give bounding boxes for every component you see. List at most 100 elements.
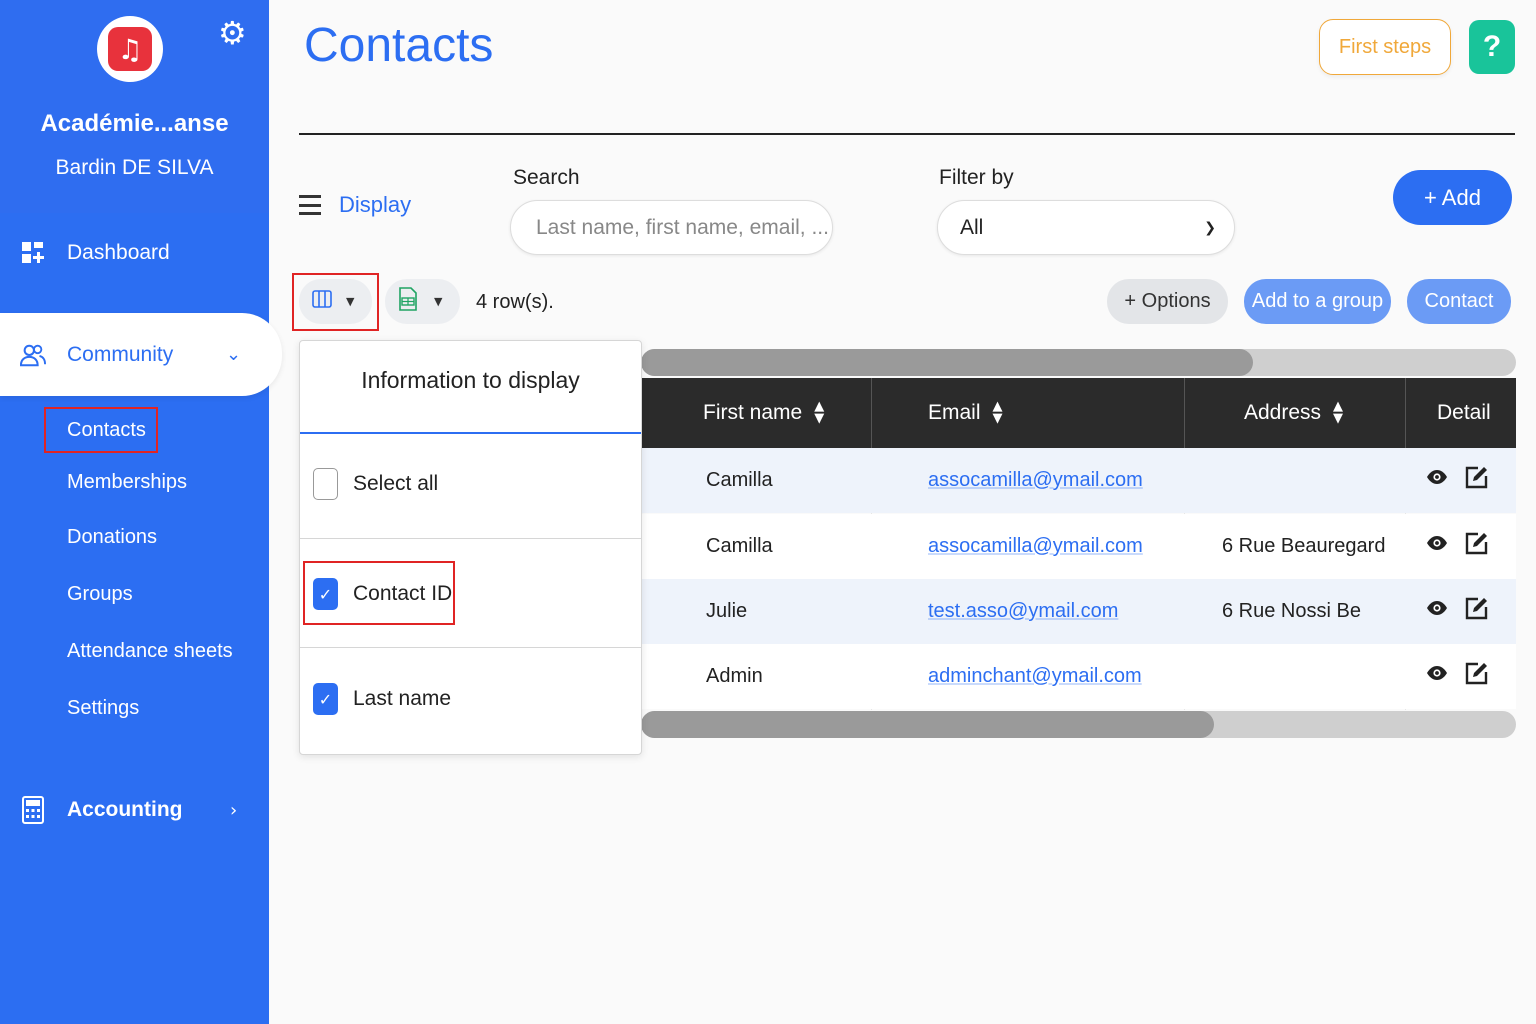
sub-memberships[interactable]: Memberships — [67, 471, 187, 494]
community-icon — [20, 342, 46, 368]
search-input[interactable] — [510, 200, 833, 255]
table-scrollbar-top[interactable] — [641, 349, 1516, 376]
column-header-first-name[interactable]: First name ▲ ▼ — [703, 378, 824, 448]
filter-label: Filter by — [939, 166, 1014, 189]
sub-contacts[interactable]: Contacts — [67, 419, 146, 442]
option-contact-id-label: Contact ID — [353, 582, 453, 605]
column-header-email[interactable]: Email ▲ ▼ — [928, 378, 1003, 448]
panel-separator — [300, 538, 641, 539]
columns-dropdown-panel: Information to display Select all ✓ Cont… — [299, 340, 642, 755]
eye-icon[interactable] — [1426, 466, 1448, 491]
header-divider — [299, 133, 1515, 135]
option-select-all[interactable]: Select all — [313, 468, 438, 500]
table-row: Admin adminchant@ymail.com — [641, 644, 1516, 709]
email-link[interactable]: adminchant@ymail.com — [928, 665, 1142, 688]
first-steps-button[interactable]: First steps — [1319, 19, 1451, 75]
cell-first-name: Admin — [706, 665, 763, 687]
table-scrollbar-bottom[interactable] — [641, 711, 1516, 738]
add-button[interactable]: + Add — [1393, 170, 1512, 225]
option-last-name[interactable]: ✓ Last name — [313, 683, 451, 715]
add-to-group-button[interactable]: Add to a group — [1244, 279, 1391, 324]
eye-icon[interactable] — [1426, 532, 1448, 557]
nav-accounting-label: Accounting — [67, 798, 183, 821]
gear-icon[interactable]: ⚙ — [218, 14, 247, 52]
nav-accounting[interactable]: Accounting › — [0, 770, 269, 850]
edit-icon[interactable] — [1465, 597, 1488, 626]
nav-dashboard[interactable]: Dashboard — [0, 213, 269, 293]
filter-value: All — [960, 215, 984, 239]
caret-down-icon: ▼ — [434, 295, 443, 308]
table-row: Camilla assocamilla@ymail.com — [641, 448, 1516, 513]
sort-icon: ▲ ▼ — [814, 399, 825, 426]
email-link[interactable]: test.asso@ymail.com — [928, 600, 1118, 623]
column-address-label: Address — [1244, 401, 1322, 424]
cell-address: 6 Rue Beauregard — [1222, 535, 1386, 557]
sub-groups[interactable]: Groups — [67, 583, 133, 606]
export-button[interactable]: ▼ — [385, 279, 460, 324]
org-logo[interactable]: ♫ — [97, 16, 163, 82]
menu-icon — [299, 195, 321, 215]
scrollbar-thumb[interactable] — [641, 349, 1253, 376]
options-button[interactable]: + Options — [1107, 279, 1228, 324]
filter-select[interactable]: All ❯ — [937, 200, 1235, 255]
column-first-name-label: First name — [703, 401, 803, 424]
cell-address: 6 Rue Nossi Be — [1222, 600, 1361, 622]
eye-icon[interactable] — [1426, 662, 1448, 687]
panel-title-underline — [300, 432, 641, 434]
display-label: Display — [339, 192, 412, 217]
spreadsheet-icon — [399, 287, 417, 316]
email-link[interactable]: assocamilla@ymail.com — [928, 469, 1143, 492]
nav-dashboard-label: Dashboard — [67, 241, 170, 264]
sub-settings[interactable]: Settings — [67, 697, 139, 720]
sort-icon: ▲ ▼ — [1333, 399, 1344, 426]
music-note-icon: ♫ — [108, 27, 152, 71]
sub-donations[interactable]: Donations — [67, 526, 157, 549]
page-title: Contacts — [304, 19, 494, 72]
option-last-name-label: Last name — [353, 687, 452, 710]
header-separator — [1405, 378, 1406, 448]
eye-icon[interactable] — [1426, 597, 1448, 622]
calculator-icon — [20, 796, 46, 824]
nav-community[interactable]: Community ⌄ — [0, 313, 282, 396]
checkbox-last-name[interactable]: ✓ — [313, 683, 338, 715]
cell-email: assocamilla@ymail.com — [928, 448, 1143, 513]
user-name: Bardin DE SILVA — [55, 156, 214, 179]
cell-email: assocamilla@ymail.com — [928, 514, 1143, 579]
search-label: Search — [513, 166, 580, 189]
column-header-detail: Detail — [1437, 378, 1491, 448]
dashboard-icon — [20, 240, 46, 266]
display-toggle[interactable]: Display — [299, 190, 411, 220]
org-name: Académie...anse — [40, 110, 229, 137]
sidebar-header: ♫ ⚙ Académie...anse Bardin DE SILVA — [0, 0, 269, 213]
sidebar: ♫ ⚙ Académie...anse Bardin DE SILVA Dash… — [0, 0, 282, 1024]
caret-down-icon: ▼ — [346, 295, 355, 308]
option-select-all-label: Select all — [353, 472, 439, 495]
scrollbar-thumb[interactable] — [641, 711, 1214, 738]
panel-title: Information to display — [361, 367, 580, 393]
table-header: First name ▲ ▼ Email ▲ ▼ Address ▲ ▼ Detail — [641, 378, 1516, 448]
help-button[interactable]: ? — [1469, 20, 1515, 74]
sub-attendance-sheets[interactable]: Attendance sheets — [67, 640, 233, 663]
panel-separator — [300, 647, 641, 648]
chevron-down-icon: ⌄ — [226, 344, 242, 365]
edit-icon[interactable] — [1465, 466, 1488, 495]
header-separator — [871, 378, 872, 448]
cell-email: adminchant@ymail.com — [928, 644, 1142, 709]
cell-first-name: Camilla — [706, 469, 773, 491]
chevron-down-icon: ❯ — [1204, 219, 1216, 236]
table-row: Julie test.asso@ymail.com 6 Rue Nossi Be — [641, 579, 1516, 644]
rows-count: 4 row(s). — [476, 291, 554, 313]
chevron-right-icon: › — [230, 799, 238, 821]
edit-icon[interactable] — [1465, 662, 1488, 691]
cell-first-name: Camilla — [706, 535, 773, 557]
email-link[interactable]: assocamilla@ymail.com — [928, 535, 1143, 558]
edit-icon[interactable] — [1465, 532, 1488, 561]
checkbox-contact-id[interactable]: ✓ — [313, 578, 338, 610]
columns-button[interactable]: ▼ — [299, 279, 372, 324]
cell-first-name: Julie — [706, 600, 748, 622]
column-header-address[interactable]: Address ▲ ▼ — [1244, 378, 1343, 448]
contact-button[interactable]: Contact — [1407, 279, 1511, 324]
option-contact-id[interactable]: ✓ Contact ID — [313, 578, 452, 610]
checkbox-select-all[interactable] — [313, 468, 338, 500]
table-row: Camilla assocamilla@ymail.com 6 Rue Beaure… — [641, 514, 1516, 579]
